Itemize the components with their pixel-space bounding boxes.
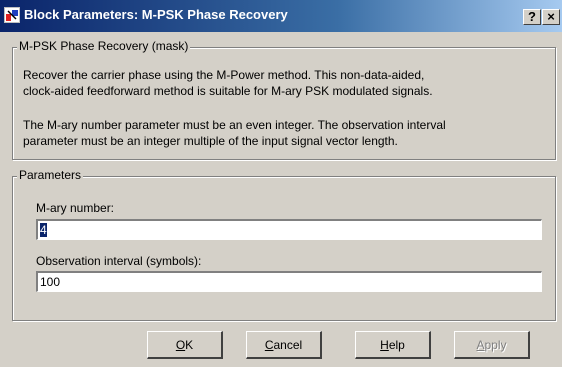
help-mnemonic: H — [380, 337, 389, 352]
mask-description-1-line-2: clock-aided feedforward method is suitab… — [23, 84, 433, 98]
mary-number-label: M-ary number: — [36, 201, 115, 215]
apply-mnemonic: A — [476, 337, 485, 352]
mask-description-1: Recover the carrier phase using the M-Po… — [23, 67, 543, 99]
ok-mnemonic: O — [175, 337, 186, 352]
parameters-group: Parameters — [12, 168, 556, 321]
parameters-group-legend: Parameters — [17, 168, 84, 182]
ok-label-rest: K — [185, 337, 194, 352]
mask-description-2-line-1: The M-ary number parameter must be an ev… — [23, 118, 446, 132]
apply-button[interactable]: Apply — [454, 331, 530, 359]
window-title: Block Parameters: M-PSK Phase Recovery — [24, 7, 288, 22]
title-help-button[interactable]: ? — [523, 9, 541, 25]
apply-label-rest: pply — [484, 337, 507, 352]
help-label-rest: elp — [388, 337, 405, 352]
cancel-label-rest: ancel — [273, 337, 303, 352]
mary-number-input[interactable] — [36, 219, 542, 240]
observation-interval-input[interactable] — [36, 271, 542, 292]
cancel-button[interactable]: Cancel — [246, 331, 322, 359]
block-parameters-dialog: Block Parameters: M-PSK Phase Recovery ?… — [0, 0, 562, 367]
observation-interval-label: Observation interval (symbols): — [36, 254, 202, 268]
title-bar[interactable]: Block Parameters: M-PSK Phase Recovery ?… — [0, 0, 562, 32]
simulink-block-icon — [4, 7, 20, 23]
ok-button[interactable]: OK — [147, 331, 223, 359]
mask-description-1-line-1: Recover the carrier phase using the M-Po… — [23, 68, 425, 82]
mask-description-2: The M-ary number parameter must be an ev… — [23, 117, 543, 149]
mask-group-legend: M-PSK Phase Recovery (mask) — [17, 39, 191, 53]
mask-description-2-line-2: parameter must be an integer multiple of… — [23, 134, 398, 148]
help-button[interactable]: Help — [355, 331, 431, 359]
title-close-button[interactable]: × — [542, 9, 560, 25]
